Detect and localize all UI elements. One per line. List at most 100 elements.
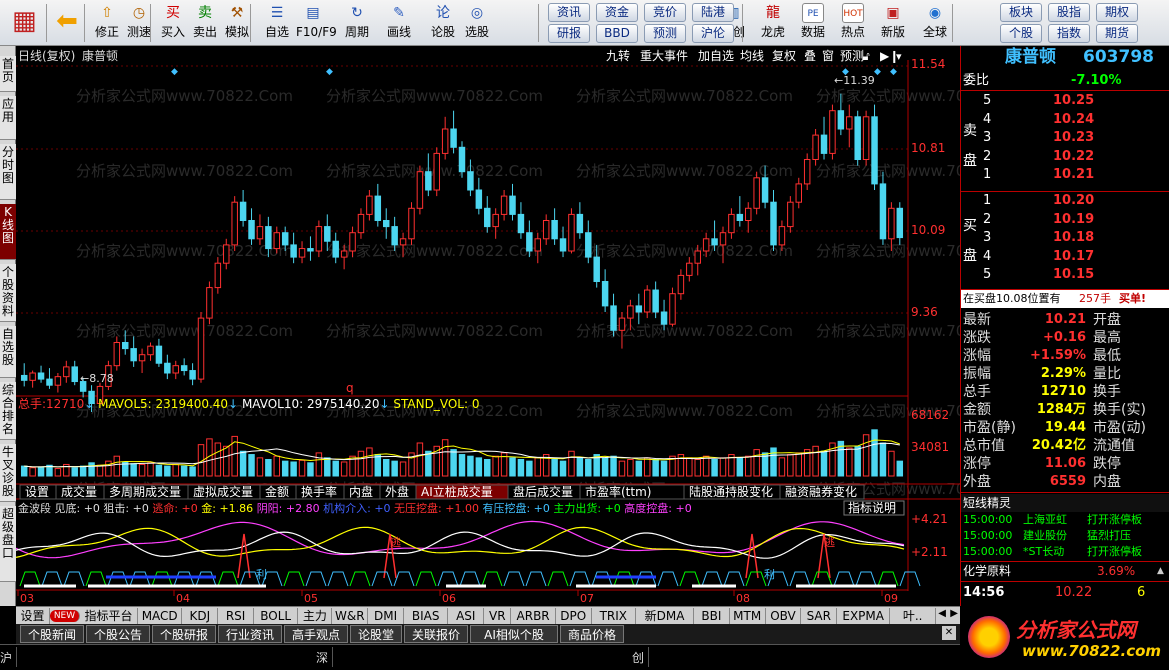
close-icon[interactable]: ✕ (942, 626, 956, 640)
toolbar-button-pe[interactable]: PE 数据 (796, 2, 830, 44)
bottom-tab-7[interactable]: 主力 (298, 608, 333, 624)
toolbar-button-hot[interactable]: HOT 热点 (836, 2, 870, 44)
left-tab-4[interactable]: 个股资料 (0, 264, 16, 322)
buy-row[interactable]: 4 10.17 (961, 248, 1169, 266)
news-tab-1[interactable]: 个股公告 (86, 625, 150, 643)
bottom-tab-8[interactable]: W&R (332, 608, 369, 624)
toolbar-button-discuss[interactable]: 论论股 (426, 2, 460, 44)
event-marker-icon[interactable]: ◆ (171, 67, 178, 77)
sell-row[interactable]: 1 10.21 (961, 166, 1169, 184)
toolbar-button-pencil[interactable]: ✎ 画线 (382, 2, 416, 44)
buy-row[interactable]: 2 10.19 (961, 211, 1169, 229)
toolbar-small-button[interactable]: 竞价 (644, 3, 686, 22)
toolbar-button-select[interactable]: ◎ 选股 (460, 2, 494, 44)
indicator-help-button[interactable]: 指标说明 (848, 500, 896, 515)
bottom-tab-4[interactable]: KDJ (182, 608, 219, 624)
toolbar-button-buy[interactable]: 买买入 (156, 2, 190, 44)
bottom-tab-14[interactable]: DPO (556, 608, 592, 624)
status-market-0[interactable]: 沪 (0, 649, 16, 666)
event-marker-icon[interactable]: ◆ (890, 67, 897, 77)
toolbar-small-button[interactable]: 研报 (548, 24, 590, 43)
toolbar-button-info[interactable]: ▤ F10/F9 (296, 2, 337, 44)
chart-header-button-0[interactable]: 九转 (606, 48, 630, 63)
bottom-tab-16[interactable]: 新DMA (636, 608, 694, 624)
scroll-up-icon[interactable]: ▲ (1157, 562, 1164, 580)
kline-chart-svg[interactable]: 分析家公式网www.70822.Com 分析家公式网www.70822.Com 分析… (15, 46, 1033, 606)
toolbar-button-back-arrow[interactable]: ⬅ (50, 2, 84, 44)
toolbar-small-button[interactable]: 期权 (1096, 3, 1138, 22)
toolbar-small-button[interactable]: 陆港 (692, 3, 734, 22)
toolbar-small-button[interactable]: 股指 (1048, 3, 1090, 22)
toolbar-button-newversion[interactable]: ▣ 新版 (876, 2, 910, 44)
bottom-tab-22[interactable]: 叶.. (890, 608, 937, 624)
lock-icon[interactable]: 🔓︎ (862, 49, 870, 63)
toolbar-small-button[interactable]: BBD (596, 24, 638, 43)
event-marker-icon[interactable]: q (346, 381, 354, 395)
scroll-right-icon[interactable]: ▶ (950, 608, 958, 619)
chart-header-button-4[interactable]: 复权 (772, 49, 796, 63)
toolbar-button-sell[interactable]: 卖卖出 (188, 2, 222, 44)
bottom-tab-21[interactable]: EXPMA (837, 608, 891, 624)
news-tab-5[interactable]: 论股堂 (350, 625, 402, 643)
bottom-tab-20[interactable]: SAR (801, 608, 838, 624)
chart-header-button-7[interactable]: 预测 (840, 49, 864, 63)
news-tab-3[interactable]: 行业资讯 (218, 625, 282, 643)
bottom-tab-12[interactable]: VR (484, 608, 512, 624)
buy-row[interactable]: 5 10.15 (961, 266, 1169, 284)
news-tab-2[interactable]: 个股研报 (152, 625, 216, 643)
bottom-tab-11[interactable]: ASI (448, 608, 485, 624)
indicator-tab-7[interactable]: 外盘 (385, 484, 409, 499)
bottom-tab-10[interactable]: BIAS (404, 608, 449, 624)
news-tab-8[interactable]: 商品价格 (560, 625, 624, 643)
status-market-2[interactable]: 创 (632, 649, 648, 666)
chart-header-button-1[interactable]: 重大事件 (640, 49, 688, 63)
status-market-1[interactable]: 深 (316, 649, 332, 666)
indicator-tab-4[interactable]: 金额 (265, 484, 289, 499)
bottom-tab-0[interactable]: 设置 (16, 608, 50, 624)
indicator-tab-2[interactable]: 多周期成交量 (109, 484, 181, 499)
sell-row[interactable]: 5 10.25 (961, 92, 1169, 110)
bottom-tab-2[interactable]: 指标平台 (80, 608, 138, 624)
left-tab-1[interactable]: 应用 (0, 96, 16, 140)
toolbar-button-grid[interactable]: ▦ (6, 2, 40, 44)
toolbar-small-button[interactable]: 板块 (1000, 3, 1042, 22)
sell-row[interactable]: 4 10.24 (961, 111, 1169, 129)
toolbar-small-button[interactable]: 指数 (1048, 24, 1090, 43)
chart-header-button-3[interactable]: 均线 (740, 49, 764, 63)
indicator-tab-11[interactable]: 陆股通持股变化 (689, 484, 773, 499)
indicator-tab-1[interactable]: 成交量 (61, 484, 97, 499)
sector-row[interactable]: 化学原料 3.69% ▲ (961, 562, 1169, 580)
bottom-tab-13[interactable]: ARBR (511, 608, 556, 624)
bottom-tab-5[interactable]: RSI (218, 608, 254, 624)
chart-header-button-6[interactable]: 窗 (822, 49, 834, 63)
chart-header-button-5[interactable]: 叠 (804, 49, 816, 63)
news-tab-0[interactable]: 个股新闻 (20, 625, 84, 643)
toolbar-small-button[interactable]: 个股 (1000, 24, 1042, 43)
toolbar-button-hammer[interactable]: ⚒ 模拟 (220, 2, 254, 44)
bottom-tab-6[interactable]: BOLL (254, 608, 299, 624)
toolbar-button-dragon[interactable]: 龍龙虎 (756, 2, 790, 44)
bottom-tab-18[interactable]: MTM (730, 608, 766, 624)
bottom-tab-9[interactable]: DMI (368, 608, 404, 624)
toolbar-small-button[interactable]: 预测 (644, 24, 686, 43)
short-row[interactable]: 15:00:00 *ST长动 打开涨停板 (961, 544, 1169, 560)
news-tab-4[interactable]: 高手观点 (284, 625, 348, 643)
toolbar-button-globe[interactable]: ◉ 全球 (918, 2, 952, 44)
dropdown-icon[interactable]: ▾ (896, 50, 902, 63)
bottom-tab-17[interactable]: BBI (694, 608, 730, 624)
left-tab-8[interactable]: 超级盘口 (0, 506, 16, 582)
left-tab-0[interactable]: 首页 (0, 56, 16, 92)
left-tab-3[interactable]: K线图 (0, 204, 16, 260)
indicator-tab-5[interactable]: 换手率 (301, 484, 337, 499)
indicator-tab-10[interactable]: 市盈率(ttm) (585, 484, 651, 499)
buy-row[interactable]: 3 10.18 (961, 229, 1169, 247)
toolbar-button-cycle[interactable]: ↻ 周期 (340, 2, 374, 44)
indicator-tab-6[interactable]: 内盘 (349, 484, 373, 499)
kline-chart-area[interactable]: 分析家公式网www.70822.Com 分析家公式网www.70822.Com 分析… (15, 46, 1033, 606)
event-marker-icon[interactable]: ◆ (874, 67, 881, 77)
left-tab-6[interactable]: 综合排名 (0, 382, 16, 440)
bottom-tab-19[interactable]: OBV (766, 608, 802, 624)
toolbar-small-button[interactable]: 资金 (596, 3, 638, 22)
indicator-tab-8[interactable]: AI立桩成交量 (421, 484, 493, 499)
toolbar-small-button[interactable]: 资讯 (548, 3, 590, 22)
